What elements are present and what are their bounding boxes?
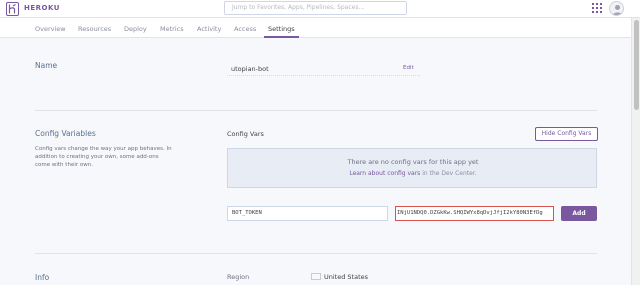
hide-config-vars-button[interactable]: Hide Config Vars <box>535 127 598 141</box>
tab-metrics[interactable]: Metrics <box>160 25 184 33</box>
search-input[interactable]: Jump to Favorites, Apps, Pipelines, Spac… <box>224 1 407 15</box>
app-name-field: utopian-bot <box>227 62 420 76</box>
config-section-description: Config vars change the way your app beha… <box>35 146 172 168</box>
search-placeholder: Jump to Favorites, Apps, Pipelines, Spac… <box>232 4 365 11</box>
tab-deploy[interactable]: Deploy <box>124 25 147 33</box>
region-label: Region <box>227 273 250 281</box>
info-section-title: Info <box>35 273 50 282</box>
config-section-title: Config Variables <box>35 129 96 138</box>
config-value-input[interactable]: INjU1NDQ0.DZGkKw.SHQIWYx8qDvjJfjI2kY80N3… <box>395 206 554 221</box>
tab-access[interactable]: Access <box>234 25 256 33</box>
apps-grid-icon[interactable] <box>592 3 602 13</box>
tab-resources[interactable]: Resources <box>78 25 111 33</box>
edit-name-button[interactable]: Edit <box>403 65 414 71</box>
dev-center-text: in the Dev Center. <box>420 170 477 177</box>
app-name-value: utopian-bot <box>231 65 269 73</box>
tab-overview[interactable]: Overview <box>35 25 66 33</box>
add-config-var-button[interactable]: Add <box>561 206 597 221</box>
us-flag-icon <box>311 273 321 280</box>
scrollbar-thumb[interactable] <box>634 20 639 110</box>
config-value-text: INjU1NDQ0.DZGkKw.SHQIWYx8qDvjJfjI2kY80N3… <box>397 210 543 216</box>
config-key-input[interactable]: BOT_TOKEN <box>227 206 388 221</box>
empty-config-vars-panel: There are no config vars for this app ye… <box>227 148 597 188</box>
tab-activity[interactable]: Activity <box>197 25 221 33</box>
heroku-logo-icon[interactable] <box>6 2 19 16</box>
config-vars-label: Config Vars <box>227 130 264 138</box>
page-scrollbar[interactable] <box>631 18 640 285</box>
user-avatar-icon[interactable] <box>609 1 624 16</box>
learn-config-vars-link[interactable]: Learn about config vars <box>349 170 420 177</box>
name-section-title: Name <box>35 61 58 70</box>
region-value: United States <box>324 273 369 281</box>
config-key-value: BOT_TOKEN <box>232 210 262 216</box>
active-tab-indicator <box>264 36 299 38</box>
tab-settings[interactable]: Settings <box>268 25 295 33</box>
section-divider <box>35 110 597 111</box>
app-tabs: Overview Resources Deploy Metrics Activi… <box>0 18 631 38</box>
empty-config-title: There are no config vars for this app ye… <box>347 158 479 166</box>
top-bar: HEROKU Jump to Favorites, Apps, Pipeline… <box>0 0 640 18</box>
section-divider <box>35 253 597 254</box>
logo-text[interactable]: HEROKU <box>24 4 60 12</box>
empty-config-subtitle: Learn about config vars in the Dev Cente… <box>228 170 598 177</box>
